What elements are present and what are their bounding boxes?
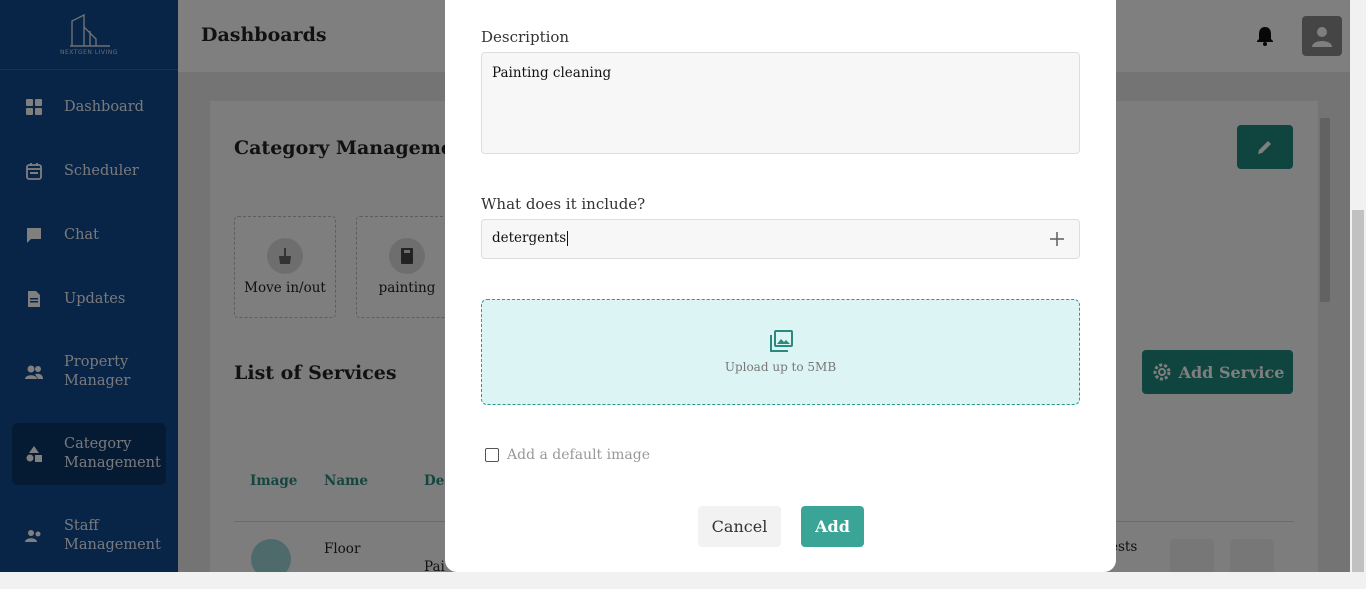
default-image-checkbox[interactable] [485, 448, 499, 462]
cancel-button[interactable]: Cancel [698, 506, 781, 547]
default-image-option[interactable]: Add a default image [485, 447, 650, 463]
upload-hint: Upload up to 5MB [724, 360, 837, 374]
image-upload-dropzone[interactable]: Upload up to 5MB [481, 299, 1080, 405]
include-label: What does it include? [481, 195, 646, 213]
page-scrollbar[interactable] [1350, 0, 1366, 572]
include-input[interactable]: detergents [481, 219, 1080, 259]
image-gallery-icon [769, 330, 793, 352]
add-service-modal: Description Painting cleaning What does … [445, 0, 1116, 572]
description-textarea[interactable]: Painting cleaning [481, 52, 1080, 154]
plus-icon[interactable] [1049, 231, 1065, 247]
include-value: detergents [492, 230, 567, 246]
add-button[interactable]: Add [801, 506, 864, 547]
description-value: Painting cleaning [492, 65, 612, 81]
page-scrollbar-thumb[interactable] [1352, 210, 1364, 572]
text-caret [567, 231, 569, 246]
default-image-label: Add a default image [507, 447, 650, 463]
horizontal-scrollbar[interactable] [0, 572, 1366, 589]
description-label: Description [481, 28, 570, 46]
